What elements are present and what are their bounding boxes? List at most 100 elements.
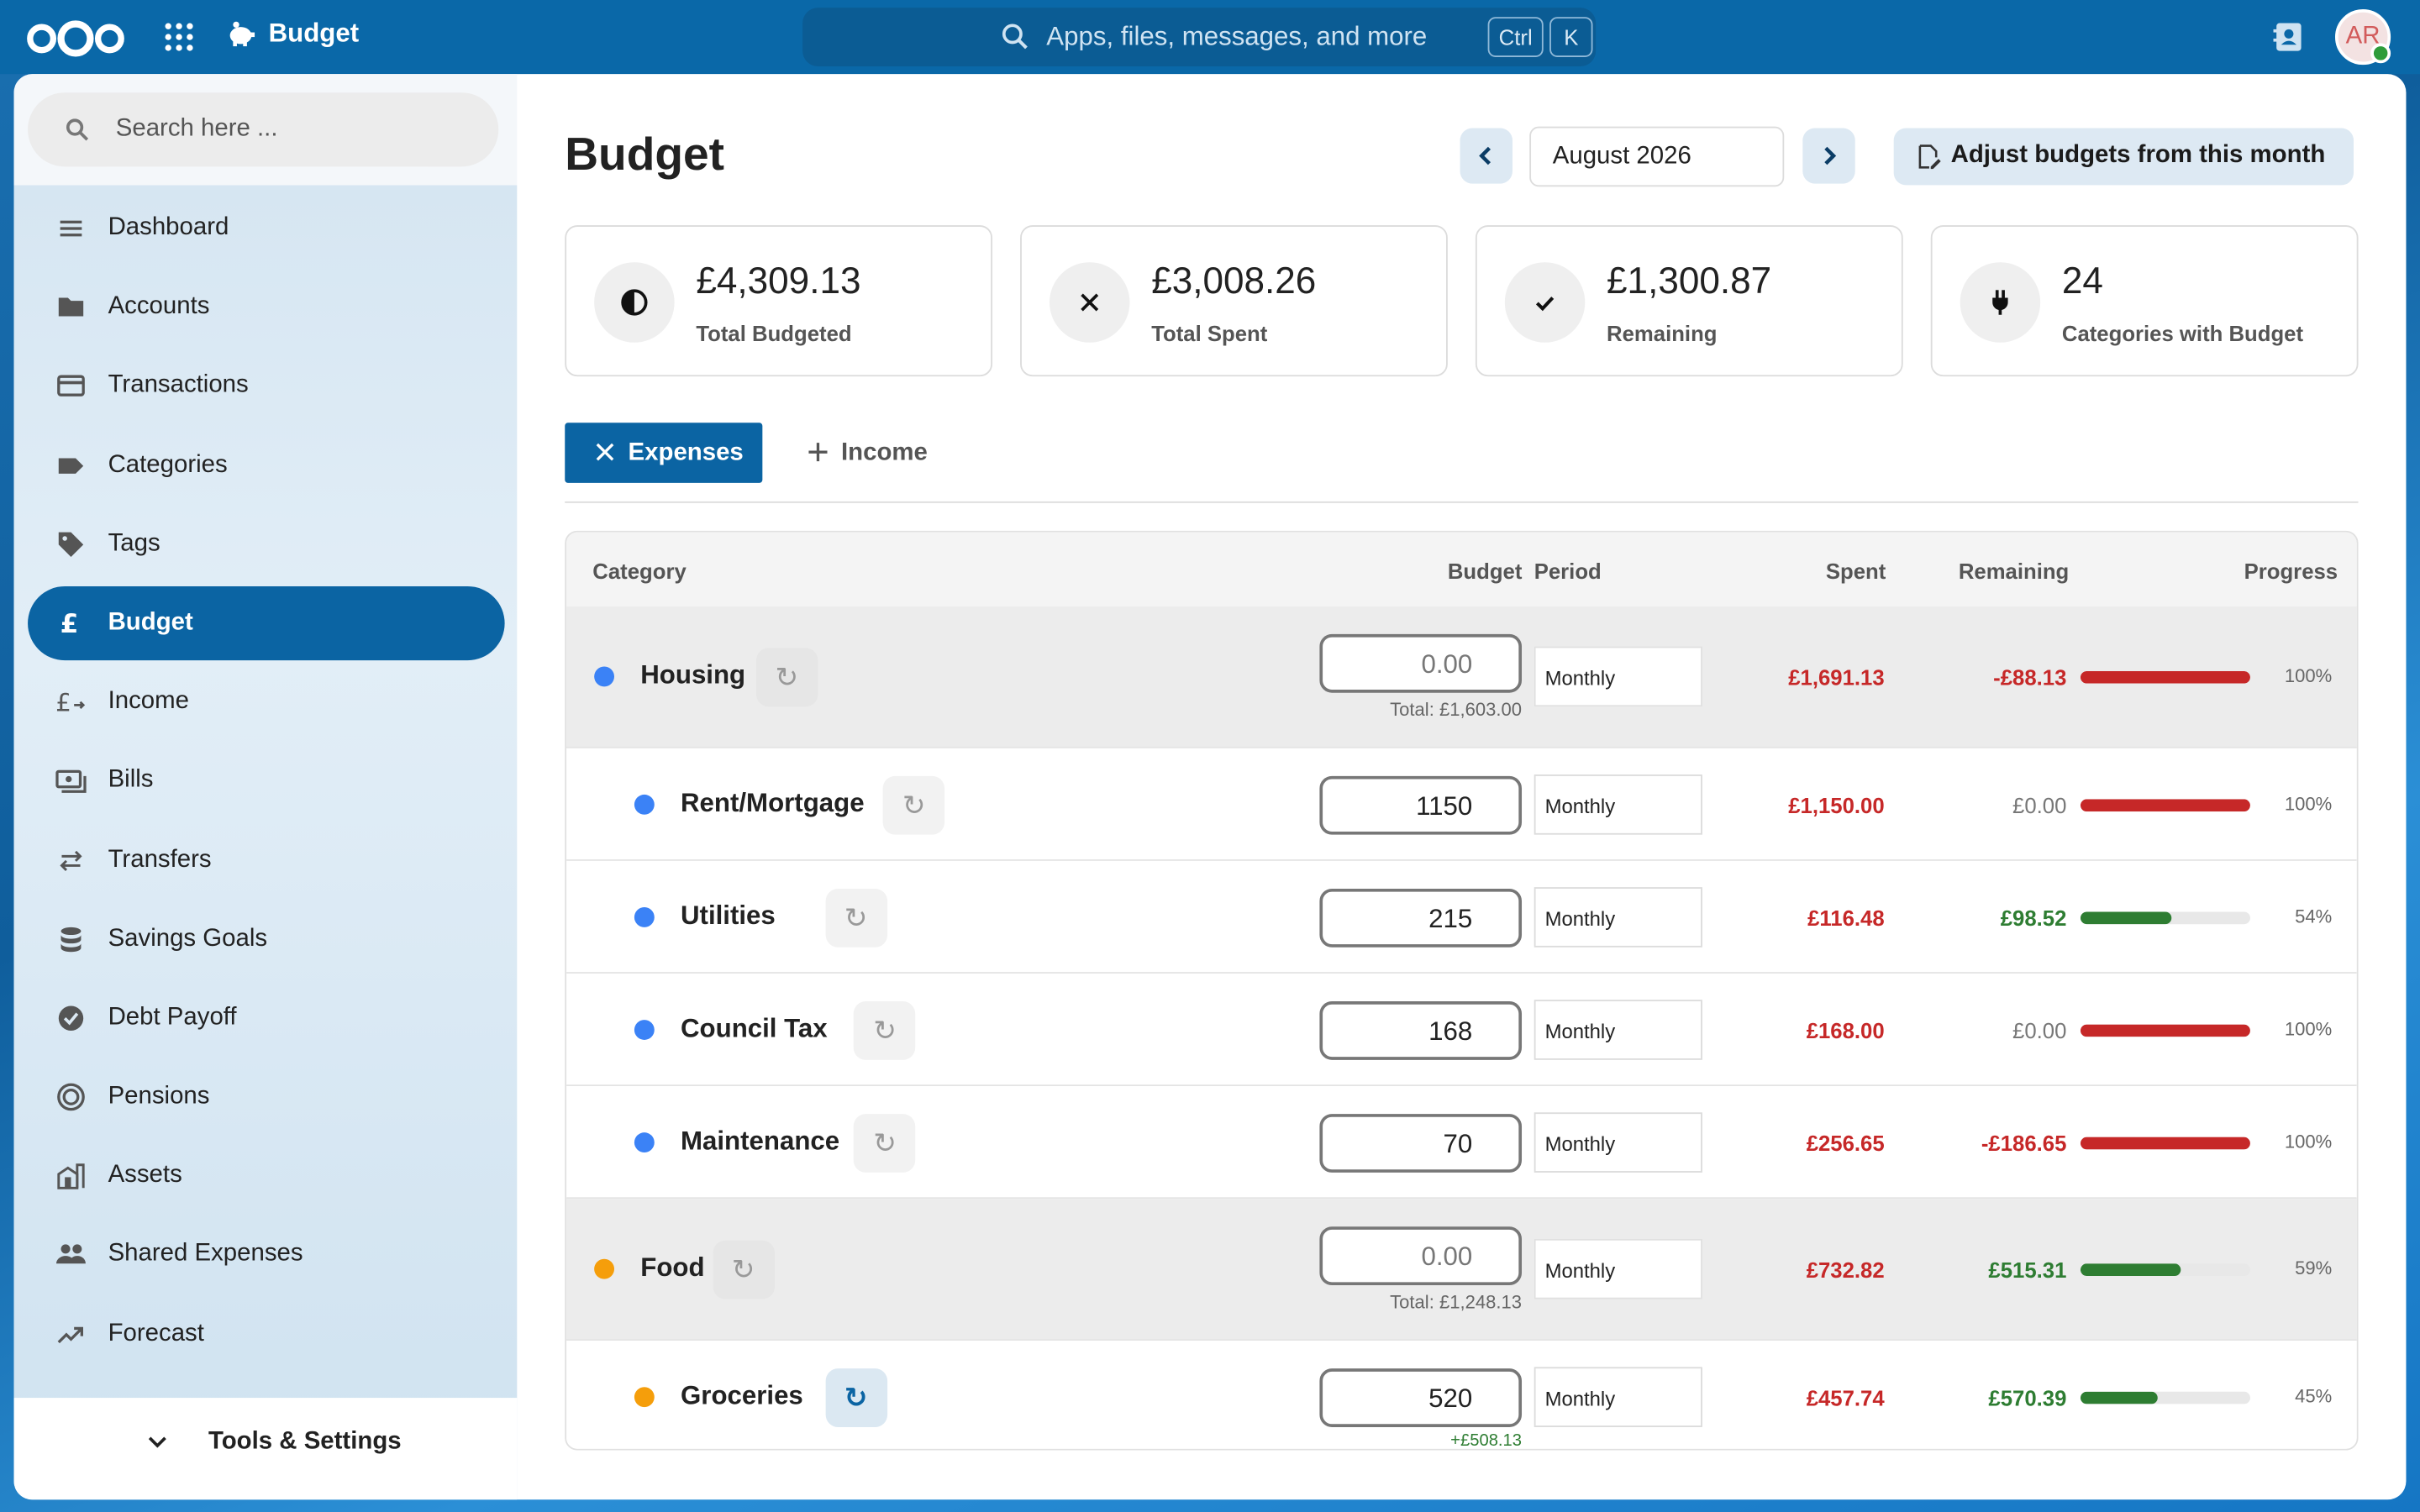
period-select[interactable]: Monthly [1534,1367,1702,1427]
search-icon [1002,24,1028,50]
category-name[interactable]: Housing [640,660,745,691]
progress-fill [2080,911,2173,925]
category-name[interactable]: Council Tax [681,1014,828,1045]
progress-bar [2080,1024,2250,1037]
trending-up-icon [57,1326,84,1343]
budget-input[interactable]: 215 [1319,888,1523,948]
period-select[interactable]: Monthly [1534,1238,1702,1299]
sidebar-item-label: Debt Payoff [108,1004,237,1031]
refresh-icon[interactable]: ↻ [854,1001,916,1060]
sidebar-item-categories[interactable]: Categories [28,428,505,502]
table-row: Maintenance ↻ 70 Monthly £256.65 -£186.65 100% [566,1086,2357,1200]
budget-input[interactable]: 70 [1319,1114,1523,1173]
contacts-icon[interactable] [2272,20,2306,54]
table-row: Groceries ↻ 520 +£508.13 Monthly £457.74 £570.… [566,1341,2357,1449]
current-app[interactable]: Budget [225,18,359,50]
period-select[interactable]: Monthly [1534,1112,1702,1173]
pie-icon [621,289,648,316]
stat-caption: Total Spent [1151,321,1268,346]
budget-input[interactable]: 1150 [1319,775,1523,835]
sidebar-item-transactions[interactable]: Transactions [28,349,505,423]
sidebar-item-debt-payoff[interactable]: Debt Payoff [28,981,505,1055]
spent-value: £256.65 [1806,1131,1885,1156]
chevron-left-icon [1479,146,1491,165]
pound-icon: £ [60,609,79,638]
sidebar-item-shared-expenses[interactable]: Shared Expenses [28,1218,505,1292]
building-icon [57,1163,85,1190]
table-row: Rent/Mortgage ↻ 1150 Monthly £1,150.00 £0.00 1… [566,748,2357,861]
spent-value: £732.82 [1806,1257,1885,1283]
stat-icon-wrap [1960,262,2041,343]
sidebar-item-label: Pensions [108,1083,210,1110]
header-budget: Budget [1447,558,1523,584]
check-icon [1535,297,1555,312]
budget-input[interactable]: 0.00 [1319,1226,1523,1286]
global-search[interactable]: Apps, files, messages, and more Ctrl K [802,8,1597,66]
app-menu-icon[interactable] [165,23,193,51]
sidebar-item-accounts[interactable]: Accounts [28,270,505,344]
page-title: Budget [565,129,725,181]
sidebar-item-assets[interactable]: Assets [28,1139,505,1213]
sidebar-search-input[interactable]: Search here ... [28,92,499,167]
category-name[interactable]: Maintenance [681,1126,839,1158]
refresh-icon[interactable]: ↻ [755,648,818,707]
sidebar-item-label: Savings Goals [108,925,268,952]
tab-income[interactable]: Income [808,423,962,483]
category-name[interactable]: Rent/Mortgage [681,789,865,820]
menu-icon [60,220,82,237]
progress-bar [2080,1137,2250,1150]
next-month-button[interactable] [1802,128,1855,184]
sidebar-item-pensions[interactable]: Pensions [28,1060,505,1134]
folder-icon [58,297,84,317]
category-color-dot [634,1132,655,1153]
sidebar-item-bills[interactable]: Bills [28,744,505,818]
budget-input[interactable]: 168 [1319,1001,1523,1060]
tools-settings-toggle[interactable]: Tools & Settings [13,1398,518,1500]
previous-month-button[interactable] [1460,128,1513,184]
period-select[interactable]: Monthly [1534,887,1702,948]
category-name[interactable]: Utilities [681,901,776,932]
stat-icon-wrap [1049,262,1130,343]
refresh-icon[interactable]: ↻ [824,888,887,948]
svg-text:£: £ [55,689,71,717]
month-picker[interactable]: August 2026 [1529,126,1785,187]
sidebar-item-tags[interactable]: Tags [28,507,505,581]
category-color-dot [594,666,615,687]
budget-input[interactable]: 0.00 [1319,633,1523,693]
progress-fill [2080,1263,2181,1276]
tab-expenses[interactable]: Expenses [565,423,763,483]
progress-bar [2080,1391,2250,1404]
stat-icon-wrap [1504,262,1586,343]
progress-percent: 45% [2295,1385,2333,1408]
period-select[interactable]: Monthly [1534,646,1702,707]
chevron-right-icon [1824,146,1837,165]
sidebar-item-dashboard[interactable]: Dashboard [28,192,505,265]
remaining-value: -£88.13 [1993,664,2067,690]
sidebar-item-label: Categories [108,451,228,478]
nextcloud-logo-icon[interactable] [24,18,126,59]
refresh-icon[interactable]: ↻ [712,1240,775,1299]
period-select[interactable]: Monthly [1534,1000,1702,1060]
sidebar-item-budget[interactable]: £ Budget [28,585,505,661]
category-name[interactable]: Groceries [681,1381,803,1412]
remaining-value: £98.52 [2000,906,2067,931]
shortcut-k-key: K [1549,17,1593,57]
sidebar-item-savings-goals[interactable]: Savings Goals [28,902,505,976]
refresh-icon[interactable]: ↻ [824,1368,887,1427]
stat-caption: Total Budgeted [696,321,852,346]
main-frame: Search here ... Dashboard Accounts Trans… [13,74,2407,1500]
header-remaining: Remaining [1958,558,2070,584]
sidebar-item-income[interactable]: £ Income [28,665,505,739]
refresh-icon[interactable]: ↻ [854,1114,916,1173]
close-icon [1081,293,1099,312]
period-select[interactable]: Monthly [1534,774,1702,835]
category-name[interactable]: Food [640,1252,704,1284]
stat-icon-wrap [594,262,675,343]
sidebar-item-forecast[interactable]: Forecast [28,1297,505,1371]
stat-value: 24 [2061,260,2103,303]
sidebar-item-transfers[interactable]: Transfers [28,823,505,897]
sidebar: Search here ... Dashboard Accounts Trans… [13,74,518,1500]
refresh-icon[interactable]: ↻ [882,775,945,835]
budget-input[interactable]: 520 [1319,1368,1523,1427]
adjust-budgets-button[interactable]: Adjust budgets from this month [1893,128,2354,186]
